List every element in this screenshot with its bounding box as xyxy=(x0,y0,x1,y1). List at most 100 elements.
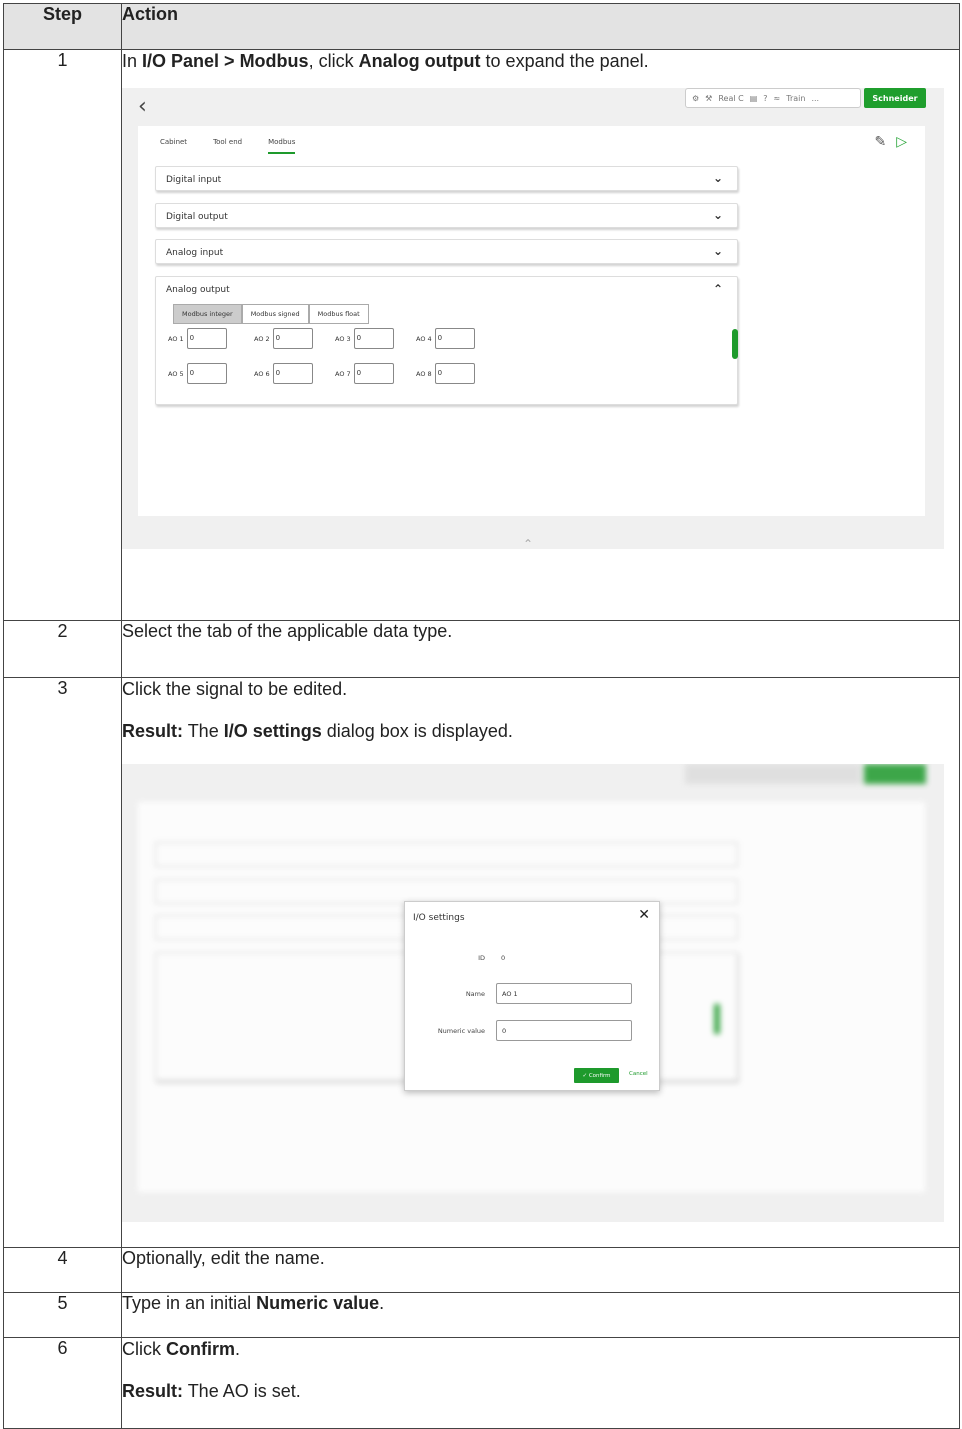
ao-input[interactable]: 0 xyxy=(272,328,313,349)
step-number: 1 xyxy=(3,49,122,621)
ao-field: AO 60 xyxy=(254,363,313,384)
screenshot-io-panel: ‹ ⚙ ⚒ Real C ▤ ? ≈ Train ... Schneider C… xyxy=(122,88,944,549)
ao-input[interactable]: 0 xyxy=(186,328,227,349)
play-icon[interactable]: ▷ xyxy=(896,134,907,150)
accordion-label: Analog input xyxy=(166,248,224,258)
bold-text: Analog output xyxy=(358,51,481,71)
accordion-analog-output[interactable]: Analog output ⌃ Modbus integer Modbus si… xyxy=(155,276,738,405)
io-settings-dialog: I/O settings ✕ ID 0 Name AO 1 Numeric va… xyxy=(404,901,660,1091)
more-label[interactable]: ... xyxy=(811,94,819,103)
numeric-value-field[interactable]: 0 xyxy=(496,1020,632,1041)
bar-block xyxy=(714,1004,720,1034)
chevron-down-icon: ⌄ xyxy=(712,208,723,222)
ao-label: AO 4 xyxy=(416,334,432,343)
clipboard-icon[interactable]: ▤ xyxy=(750,94,758,103)
pencil-icon[interactable]: ✎ xyxy=(874,134,886,150)
tab-bar: Cabinet Tool end Modbus xyxy=(160,138,296,154)
tab-modbus-float[interactable]: Modbus float xyxy=(308,304,369,324)
accordion-analog-input[interactable]: Analog input ⌄ xyxy=(155,239,738,264)
ao-input[interactable]: 0 xyxy=(434,363,475,384)
step-text: Click Confirm. xyxy=(122,1338,959,1360)
help-icon[interactable]: ? xyxy=(763,94,767,103)
ao-input[interactable]: 0 xyxy=(353,363,394,384)
step-row-3: 3 Click the signal to be edited. Result:… xyxy=(3,677,960,1248)
step-action: In I/O Panel > Modbus, click Analog outp… xyxy=(121,49,960,621)
ao-label: AO 2 xyxy=(254,334,270,343)
ao-input[interactable]: 0 xyxy=(353,328,394,349)
step-row-4: 4 Optionally, edit the name. xyxy=(3,1247,960,1293)
bold-text: Numeric value xyxy=(256,1293,380,1313)
step-action: Type in an initial Numeric value. xyxy=(121,1292,960,1338)
ao-field: AO 30 xyxy=(335,328,394,349)
tab-modbus-integer[interactable]: Modbus integer xyxy=(173,304,242,324)
name-field[interactable]: AO 1 xyxy=(496,983,632,1004)
train-label[interactable]: Train xyxy=(786,94,805,103)
back-icon[interactable]: ‹ xyxy=(138,94,147,119)
wifi-icon: ≈ xyxy=(773,93,781,103)
header-step: Step xyxy=(3,3,122,50)
result-label: Result: xyxy=(122,1381,184,1401)
step-row-5: 5 Type in an initial Numeric value. xyxy=(3,1292,960,1338)
step-text: Click the signal to be edited. xyxy=(122,679,348,699)
robot-icon: ⚒ xyxy=(705,93,713,103)
close-icon[interactable]: ✕ xyxy=(638,907,650,923)
ao-field: AO 20 xyxy=(254,328,313,349)
text-span: to expand the panel. xyxy=(480,51,649,71)
step-action: Click Confirm. Result: The AO is set. xyxy=(121,1337,960,1429)
chevron-up-icon[interactable]: ⌃ xyxy=(523,537,533,549)
dialog-title: I/O settings xyxy=(413,913,465,923)
ao-label: AO 3 xyxy=(335,334,351,343)
text-span: The xyxy=(183,721,224,741)
step-row-1: 1 In I/O Panel > Modbus, click Analog ou… xyxy=(3,49,960,621)
gear-icon[interactable]: ⚙ xyxy=(692,94,699,103)
step-row-6: 6 Click Confirm. Result: The AO is set. xyxy=(3,1337,960,1429)
ao-input[interactable]: 0 xyxy=(434,328,475,349)
numeric-value-label: Numeric value xyxy=(437,1027,485,1035)
step-text: Optionally, edit the name. xyxy=(121,1247,960,1293)
confirm-button[interactable]: ✓ Confirm xyxy=(574,1068,619,1083)
step-text: In I/O Panel > Modbus, click Analog outp… xyxy=(122,50,959,72)
step-row-2: 2 Select the tab of the applicable data … xyxy=(3,620,960,678)
tab-modbus-signed[interactable]: Modbus signed xyxy=(241,304,309,324)
bold-text: I/O settings xyxy=(223,721,322,741)
ao-label: AO 1 xyxy=(168,334,184,343)
accordion-label: Digital output xyxy=(166,212,228,222)
step-number: 6 xyxy=(3,1337,122,1429)
name-label: Name xyxy=(465,990,485,998)
text-span: . xyxy=(379,1293,385,1313)
step-number: 5 xyxy=(3,1292,122,1338)
schneider-logo: Schneider xyxy=(864,88,926,108)
ao-label: AO 7 xyxy=(335,369,351,378)
tab-modbus[interactable]: Modbus xyxy=(268,138,296,154)
ao-input[interactable]: 0 xyxy=(186,363,227,384)
cancel-button[interactable]: Cancel xyxy=(629,1071,648,1077)
chevron-down-icon: ⌄ xyxy=(712,171,723,185)
accordion-label: Digital input xyxy=(166,175,222,185)
result-text: Result: The AO is set. xyxy=(122,1380,959,1402)
id-label: ID xyxy=(478,954,485,962)
text-span: In xyxy=(122,51,143,71)
bold-text: Modbus xyxy=(239,51,309,71)
result-label: Result: xyxy=(122,721,184,741)
header-action: Action xyxy=(121,3,960,50)
tab-tool-end[interactable]: Tool end xyxy=(213,138,242,154)
accordion-digital-input[interactable]: Digital input ⌄ xyxy=(155,166,738,191)
real-mode-label[interactable]: Real C xyxy=(718,94,743,103)
ao-input[interactable]: 0 xyxy=(272,363,313,384)
ao-label: AO 5 xyxy=(168,369,184,378)
accordion-digital-output[interactable]: Digital output ⌄ xyxy=(155,203,738,228)
accordion-label: Analog output xyxy=(166,285,230,295)
scroll-indicator[interactable] xyxy=(732,329,738,359)
step-action: Click the signal to be edited. Result: T… xyxy=(121,677,960,1248)
top-bar: ‹ ⚙ ⚒ Real C ▤ ? ≈ Train ... Schneider xyxy=(122,88,944,126)
text-span: , click xyxy=(308,51,359,71)
text-span: Type in an initial xyxy=(122,1293,257,1313)
tab-cabinet[interactable]: Cabinet xyxy=(160,138,187,154)
result-text: Result: The I/O settings dialog box is d… xyxy=(122,720,959,742)
panel-tools: ✎ ▷ xyxy=(874,134,907,150)
step-number: 4 xyxy=(3,1247,122,1293)
chevron-up-icon: ⌃ xyxy=(712,282,723,296)
ao-field: AO 80 xyxy=(416,363,475,384)
ao-field: AO 40 xyxy=(416,328,475,349)
ao-field: AO 10 xyxy=(168,328,227,349)
